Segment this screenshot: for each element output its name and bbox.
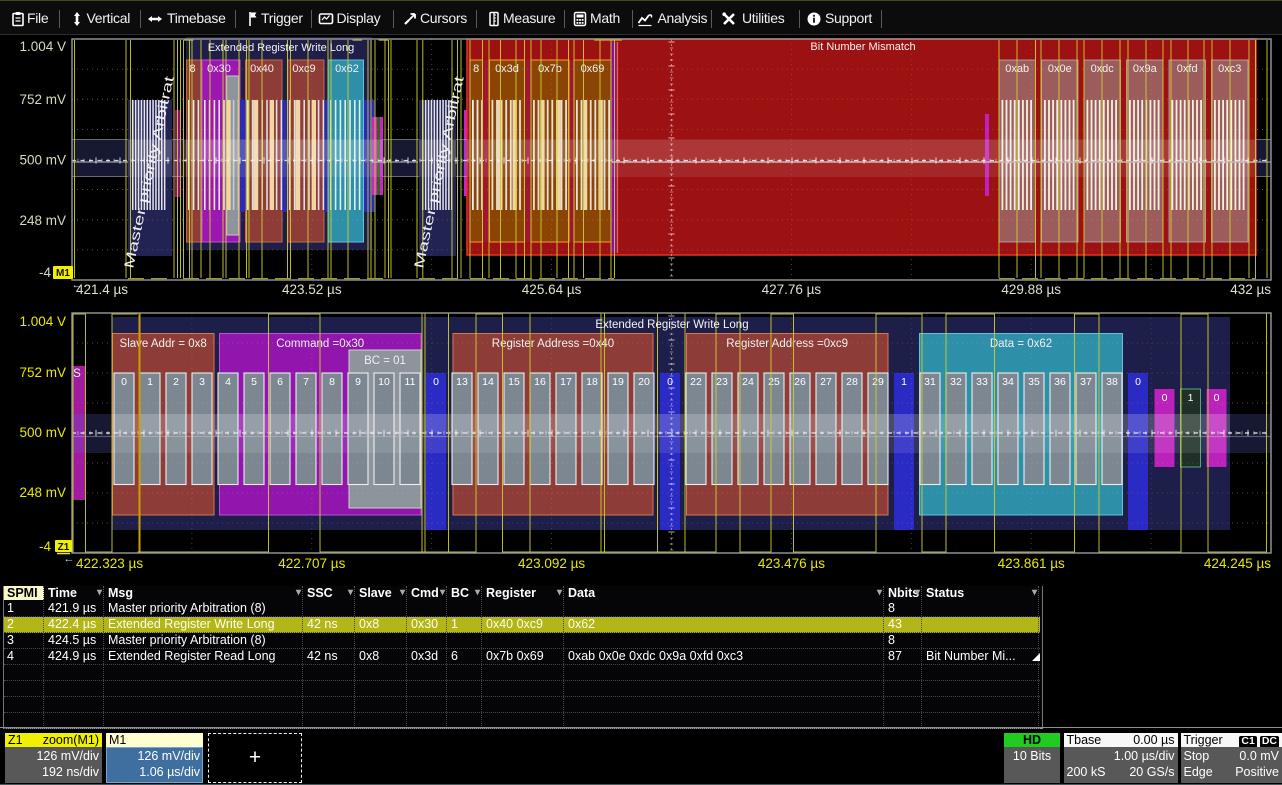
svg-text:24: 24 [742,376,754,388]
svg-text:27: 27 [820,376,832,388]
svg-text:0xdc: 0xdc [1091,63,1115,75]
svg-text:16: 16 [534,376,546,388]
svg-text:32: 32 [950,376,962,388]
svg-text:Extended Register Write Long: Extended Register Write Long [595,319,748,331]
svg-text:25: 25 [768,376,780,388]
svg-text:424.245 µs: 424.245 µs [1204,556,1271,571]
svg-text:0x69: 0x69 [581,63,605,75]
svg-text:423.52 µs: 423.52 µs [282,282,342,297]
svg-text:422.707 µs: 422.707 µs [278,556,345,571]
svg-text:0xfd: 0xfd [1177,63,1198,75]
svg-text:35: 35 [1028,376,1040,388]
svg-text:0xab: 0xab [1005,63,1029,75]
svg-text:3: 3 [199,376,205,388]
svg-text:20: 20 [638,376,650,388]
svg-text:26: 26 [794,376,806,388]
svg-text:1.004 V: 1.004 V [19,314,66,329]
svg-text:36: 36 [1054,376,1066,388]
svg-text:432 µs: 432 µs [1230,282,1271,297]
svg-text:0x7b: 0x7b [538,63,562,75]
svg-text:0: 0 [121,376,127,388]
svg-text:22: 22 [690,376,702,388]
svg-text:425.64 µs: 425.64 µs [522,282,582,297]
svg-text:←: ← [72,279,83,291]
svg-text:Register Address =0xc9: Register Address =0xc9 [726,338,848,350]
svg-text:0x9a: 0x9a [1133,63,1158,75]
svg-text:0x40: 0x40 [250,63,274,75]
svg-text:500 mV: 500 mV [19,153,66,168]
svg-text:33: 33 [976,376,988,388]
svg-text:0x0e: 0x0e [1048,63,1072,75]
svg-text:248 mV: 248 mV [19,213,66,228]
svg-text:←: ← [64,553,75,565]
svg-text:6: 6 [277,376,283,388]
svg-text:9: 9 [355,376,361,388]
svg-text:0x30: 0x30 [207,63,231,75]
svg-text:M1: M1 [56,268,70,279]
svg-text:752 mV: 752 mV [19,365,66,380]
svg-text:Register Address =0x40: Register Address =0x40 [492,338,614,350]
svg-text:19: 19 [612,376,624,388]
svg-text:2: 2 [173,376,179,388]
svg-text:BC = 01: BC = 01 [364,355,406,367]
svg-text:29: 29 [872,376,884,388]
svg-text:11: 11 [405,376,416,388]
svg-text:0x3d: 0x3d [495,63,519,75]
svg-text:427.76 µs: 427.76 µs [762,282,822,297]
svg-text:Slave Addr = 0x8: Slave Addr = 0x8 [120,338,207,350]
svg-text:4: 4 [225,376,231,388]
svg-text:0xc3: 0xc3 [1218,63,1241,75]
svg-text:0: 0 [433,376,439,388]
svg-text:23: 23 [716,376,728,388]
svg-text:1: 1 [1188,392,1194,404]
svg-text:423.476 µs: 423.476 µs [758,556,825,571]
svg-text:17: 17 [560,376,572,388]
svg-text:34: 34 [1002,376,1014,388]
svg-text:0xc9: 0xc9 [292,63,315,75]
svg-text:Extended Register Write Long: Extended Register Write Long [208,42,355,54]
svg-text:14: 14 [482,376,494,388]
svg-text:421.4 µs: 421.4 µs [76,282,128,297]
svg-text:Bit Number Mismatch: Bit Number Mismatch [810,41,915,53]
svg-text:0x62: 0x62 [335,63,359,75]
svg-text:0: 0 [1162,392,1168,404]
svg-text:13: 13 [456,376,468,388]
svg-text:423.861 µs: 423.861 µs [998,556,1065,571]
svg-text:1: 1 [147,376,153,388]
svg-text:8: 8 [189,63,195,75]
svg-text:28: 28 [846,376,858,388]
svg-text:15: 15 [508,376,520,388]
svg-text:0: 0 [1214,392,1220,404]
svg-text:10: 10 [378,376,390,388]
svg-text:8: 8 [473,63,479,75]
svg-text:8: 8 [329,376,335,388]
svg-text:752 mV: 752 mV [19,92,66,107]
svg-text:0: 0 [667,376,673,388]
svg-text:18: 18 [586,376,598,388]
svg-text:5: 5 [251,376,257,388]
svg-text:1.004 V: 1.004 V [19,39,66,54]
svg-text:37: 37 [1080,376,1092,388]
svg-text:31: 31 [924,376,936,388]
svg-text:423.092 µs: 423.092 µs [518,556,585,571]
svg-text:S: S [73,368,81,380]
svg-text:248 mV: 248 mV [19,485,66,500]
svg-text:Data = 0x62: Data = 0x62 [990,338,1052,350]
svg-text:422.323 µs: 422.323 µs [76,556,143,571]
svg-text:Z1: Z1 [58,542,70,553]
svg-text:7: 7 [303,376,309,388]
svg-text:500 mV: 500 mV [19,425,66,440]
svg-text:38: 38 [1106,376,1118,388]
svg-text:1: 1 [901,376,907,388]
svg-text:0: 0 [1135,376,1141,388]
svg-text:429.88 µs: 429.88 µs [1001,282,1061,297]
